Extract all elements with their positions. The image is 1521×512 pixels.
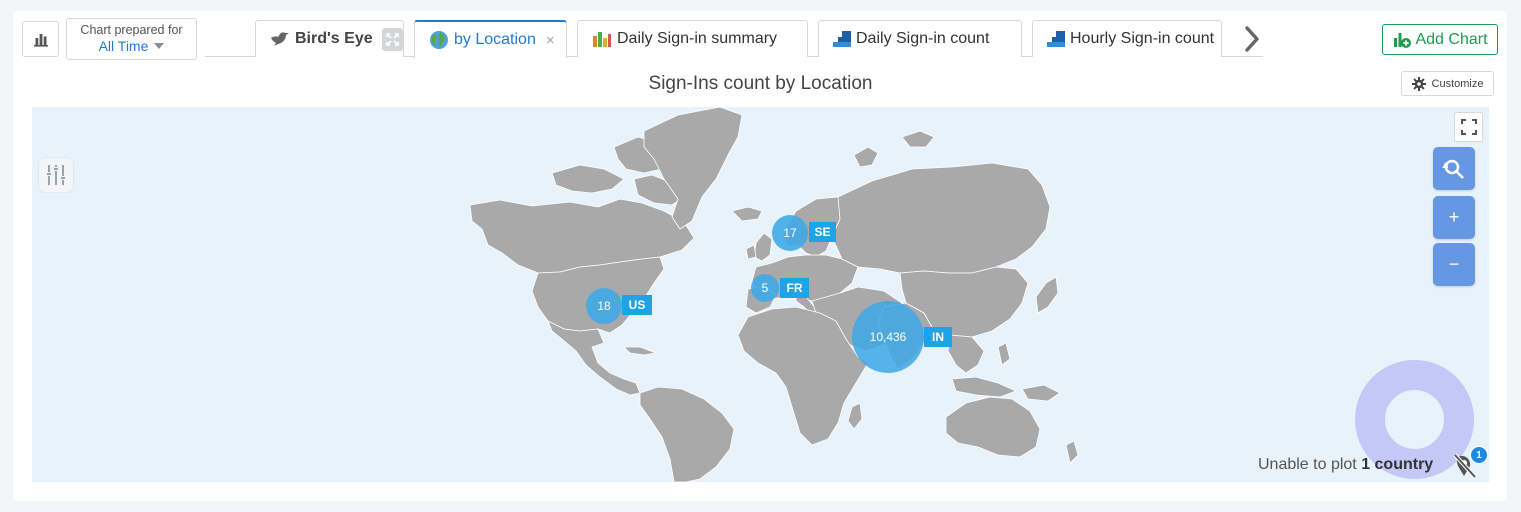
world-map[interactable]: 17 SE 5 FR 18 US 10,436 IN + − Unable to… bbox=[32, 107, 1489, 482]
ireland bbox=[745, 244, 757, 260]
expand-icon[interactable] bbox=[381, 27, 403, 51]
bubble-se[interactable]: 17 bbox=[772, 215, 808, 251]
new-zealand bbox=[1065, 440, 1079, 464]
tab-birds-eye[interactable]: Bird's Eye bbox=[255, 20, 404, 57]
tabs-next-button[interactable] bbox=[1238, 22, 1266, 56]
chevron-right-icon bbox=[1245, 26, 1259, 52]
unplotted-message: Unable to plot 1 country bbox=[1258, 456, 1433, 474]
add-chart-icon bbox=[1394, 32, 1412, 48]
search-icon bbox=[1442, 159, 1464, 179]
caret-down-icon bbox=[154, 43, 165, 49]
madagascar bbox=[847, 402, 863, 430]
period-value: All Time bbox=[98, 38, 149, 54]
fullscreen-button[interactable] bbox=[1454, 112, 1483, 142]
tab-label: Bird's Eye bbox=[295, 30, 373, 47]
tab-daily-signin-count[interactable]: Daily Sign-in count bbox=[818, 20, 1022, 57]
bubble-us[interactable]: 18 bbox=[586, 288, 622, 324]
period-label: Chart prepared for bbox=[80, 23, 183, 37]
indonesia bbox=[951, 376, 1017, 398]
iceland bbox=[731, 206, 763, 222]
filter-button[interactable] bbox=[38, 157, 74, 193]
globe-icon bbox=[429, 30, 449, 50]
gear-icon bbox=[1411, 76, 1426, 91]
southeast-asia bbox=[947, 334, 985, 374]
japan bbox=[1035, 276, 1059, 314]
add-chart-label: Add Chart bbox=[1415, 30, 1488, 48]
area-chart-icon bbox=[833, 31, 851, 47]
bubble-in[interactable]: 10,436 bbox=[852, 301, 924, 373]
tab-label: Hourly Sign-in count bbox=[1070, 30, 1215, 47]
bar-chart-icon bbox=[33, 34, 48, 47]
chart-type-button[interactable] bbox=[22, 21, 59, 57]
caribbean bbox=[623, 346, 657, 356]
zoom-in-button[interactable]: + bbox=[1433, 196, 1475, 239]
add-chart-button[interactable]: Add Chart bbox=[1382, 24, 1498, 55]
arctic-islands bbox=[551, 164, 625, 194]
sliders-icon bbox=[47, 165, 65, 185]
zoom-reset-button[interactable] bbox=[1433, 147, 1475, 190]
chart-title: Sign-Ins count by Location bbox=[648, 73, 873, 94]
mexico bbox=[547, 320, 641, 396]
customize-button[interactable]: Customize bbox=[1401, 71, 1494, 96]
tab-label: Daily Sign-in count bbox=[856, 30, 990, 47]
tab-by-location[interactable]: by Location × bbox=[414, 20, 567, 58]
tag-se: SE bbox=[809, 222, 836, 242]
unplotted-prefix: Unable to plot bbox=[1258, 456, 1357, 473]
tab-label: by Location bbox=[454, 31, 536, 48]
tag-in: IN bbox=[924, 327, 952, 347]
philippines bbox=[997, 342, 1011, 366]
south-america bbox=[639, 386, 735, 482]
australia bbox=[945, 396, 1041, 458]
customize-label: Customize bbox=[1431, 77, 1484, 90]
new-guinea bbox=[1021, 384, 1061, 402]
tab-hourly-signin-count[interactable]: Hourly Sign-in count bbox=[1032, 20, 1222, 57]
period-selector[interactable]: Chart prepared for All Time bbox=[66, 18, 197, 60]
bubble-fr[interactable]: 5 bbox=[751, 274, 779, 302]
russia bbox=[831, 162, 1051, 274]
unplotted-count: 1 country bbox=[1361, 456, 1434, 473]
tag-us: US bbox=[622, 295, 652, 315]
area-chart-icon bbox=[1047, 31, 1065, 47]
bird-icon bbox=[270, 31, 290, 47]
novaya-zemlya bbox=[853, 146, 879, 168]
unplotted-badge: 1 bbox=[1470, 446, 1488, 464]
bar-chart-icon bbox=[592, 30, 612, 48]
zoom-out-button[interactable]: − bbox=[1433, 243, 1475, 286]
tab-label: Daily Sign-in summary bbox=[617, 30, 778, 47]
arctic-islands-russia bbox=[901, 130, 935, 148]
tag-fr: FR bbox=[780, 278, 809, 298]
tab-daily-signin-summary[interactable]: Daily Sign-in summary bbox=[577, 20, 808, 57]
close-icon[interactable]: × bbox=[546, 32, 555, 49]
fullscreen-icon bbox=[1460, 119, 1477, 135]
uk bbox=[753, 232, 773, 262]
